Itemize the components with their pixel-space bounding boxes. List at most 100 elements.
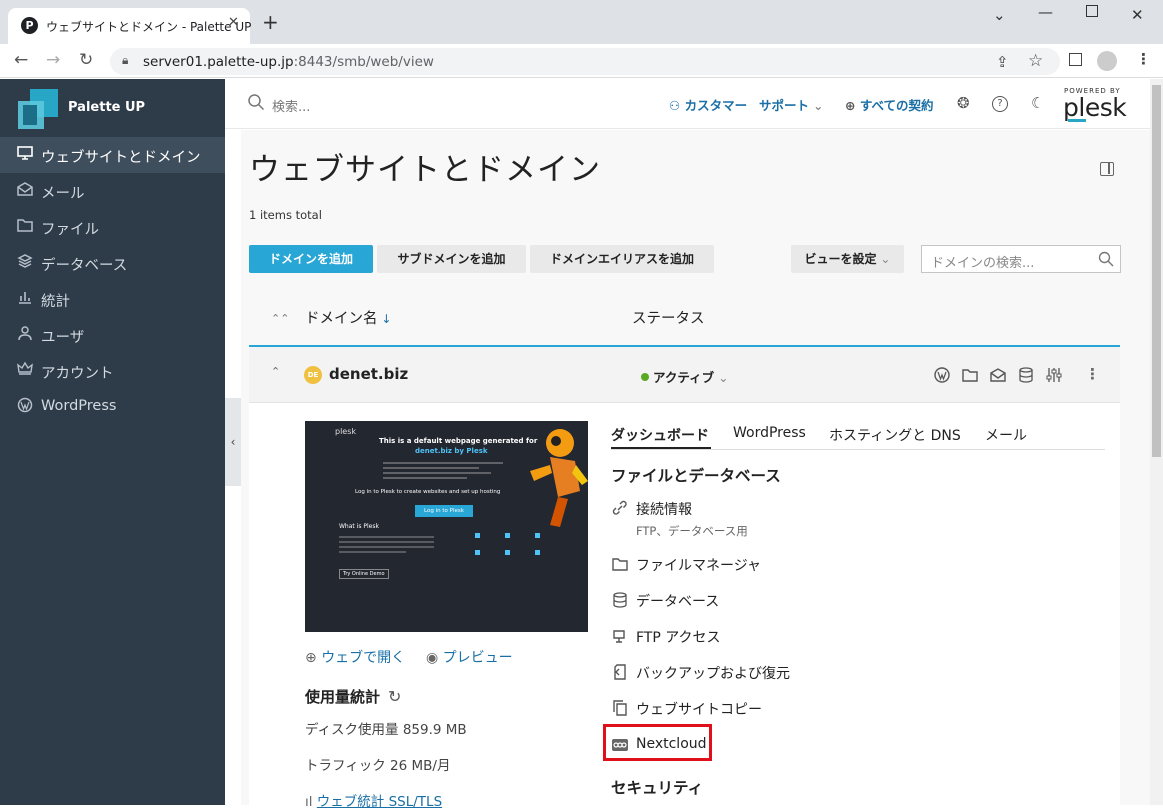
profile-icon[interactable] — [1097, 51, 1117, 71]
subscriptions-link[interactable]: ⊕ すべての契約 — [845, 95, 933, 114]
settings-sliders-icon[interactable] — [1045, 366, 1063, 384]
sidebar-item-wordpress[interactable]: WordPress — [0, 389, 225, 425]
domain-name[interactable]: denet.biz — [329, 365, 408, 383]
user-icon — [16, 325, 34, 345]
customer-menu[interactable]: ⚇ カスタマー — [669, 95, 747, 114]
preview-robot-illustration — [520, 421, 588, 531]
table-header: ⌃⌃ ドメイン名 ↓ ステータス — [249, 300, 1120, 345]
tool-label: ファイルマネージャ — [636, 558, 762, 574]
tab-title: ウェブサイトとドメイン - Palette UP — [46, 20, 252, 34]
support-menu[interactable]: サポート ⌄ — [759, 95, 823, 114]
highlight-box — [603, 724, 712, 761]
minimize-icon[interactable]: — — [1038, 3, 1053, 21]
search-icon[interactable] — [1098, 251, 1114, 267]
sidebar-item-users[interactable]: ユーザ — [0, 317, 225, 353]
brand-logo[interactable] — [18, 89, 58, 129]
tab-mail[interactable]: メール — [985, 425, 1027, 445]
sidebar-item-label: 統計 — [41, 294, 70, 310]
tool-file-manager[interactable]: ファイルマネージャ — [611, 553, 911, 577]
sidebar-item-files[interactable]: ファイル — [0, 209, 225, 245]
preview-what-is: What is Plesk — [339, 523, 379, 530]
add-domain-alias-button[interactable]: ドメインエイリアスを追加 — [530, 245, 714, 273]
sidebar-item-label: メール — [41, 186, 85, 202]
chevron-down-icon[interactable]: ⌄ — [993, 6, 1006, 24]
mail-icon[interactable] — [989, 366, 1007, 384]
chevron-left-icon: ‹ — [230, 435, 236, 449]
tool-connection-info[interactable]: 接続情報 — [611, 497, 911, 521]
sidebar-item-statistics[interactable]: 統計 — [0, 281, 225, 317]
plesk-logo[interactable]: plesk — [1063, 93, 1127, 122]
sidebar-item-label: WordPress — [41, 398, 117, 414]
menu-kebab-icon[interactable]: ⋮ — [1136, 50, 1151, 68]
tool-label: FTP アクセス — [636, 630, 721, 646]
mail-icon — [16, 181, 34, 201]
web-stats-link[interactable]: ıl ウェブ統計 SSL/TLS — [305, 790, 442, 810]
extensions-icon[interactable]: ❂ — [957, 94, 970, 112]
sidebar-item-mail[interactable]: メール — [0, 173, 225, 209]
tab-close-icon[interactable]: ✕ — [228, 15, 239, 30]
lock-icon[interactable]: 🔒︎ — [122, 53, 128, 68]
global-search-input[interactable]: 検索... — [272, 96, 310, 115]
tab-wordpress[interactable]: WordPress — [733, 425, 806, 441]
domain-card-header: ⌃ DE denet.biz アクティブ ⌄ ⋮ — [249, 347, 1120, 403]
address-bar: ← → ↻ 🔒︎ server01.palette-up.jp:8443/smb… — [0, 44, 1163, 78]
search-icon[interactable] — [247, 93, 265, 111]
side-panel-icon[interactable] — [1069, 53, 1082, 66]
close-window-icon[interactable]: ✕ — [1131, 6, 1144, 24]
add-domain-button[interactable]: ドメインを追加 — [249, 245, 373, 273]
wordpress-icon[interactable] — [933, 366, 951, 384]
wordpress-icon — [16, 397, 34, 417]
files-databases-heading: ファイルとデータベース — [611, 467, 781, 485]
chevron-down-icon: ⌄ — [876, 252, 891, 266]
globe-icon: ⊕ — [845, 98, 860, 113]
tool-website-copy[interactable]: ウェブサイトコピー — [611, 697, 911, 721]
add-subdomain-button[interactable]: サブドメインを追加 — [377, 245, 526, 273]
sidebar-item-databases[interactable]: データベース — [0, 245, 225, 281]
url-host: server01.palette-up.jp — [143, 54, 294, 70]
back-icon[interactable]: ← — [14, 50, 28, 70]
share-icon[interactable]: ⇪ — [996, 53, 1009, 71]
bookmark-star-icon[interactable]: ☆ — [1028, 51, 1043, 71]
browser-tab[interactable]: P ウェブサイトとドメイン - Palette UP ✕ — [8, 8, 252, 44]
folder-icon — [612, 558, 628, 571]
chevron-up-icon[interactable]: ⌃ — [271, 365, 280, 378]
url-field[interactable]: 🔒︎ server01.palette-up.jp:8443/smb/web/v… — [110, 48, 1060, 75]
more-kebab-icon[interactable]: ⋮ — [1085, 365, 1103, 383]
tool-backup-restore[interactable]: バックアップおよび復元 — [611, 661, 911, 685]
view-settings-button[interactable]: ビューを設定 ⌄ — [791, 245, 904, 273]
folder-icon[interactable] — [961, 366, 979, 384]
refresh-icon[interactable]: ↻ — [388, 687, 401, 706]
folder-icon — [16, 217, 34, 237]
reload-icon[interactable]: ↻ — [79, 50, 93, 70]
scrollbar[interactable] — [1150, 79, 1163, 805]
tool-databases[interactable]: データベース — [611, 589, 911, 613]
new-tab-icon[interactable]: + — [262, 12, 279, 32]
security-heading: セキュリティ — [611, 779, 704, 797]
maximize-icon[interactable] — [1086, 5, 1098, 17]
domain-card: ⌃ DE denet.biz アクティブ ⌄ ⋮ plesk This is a… — [249, 345, 1120, 810]
forward-icon[interactable]: → — [46, 50, 60, 70]
sidebar-collapse-button[interactable]: ‹ — [225, 398, 241, 486]
website-preview-thumbnail[interactable]: plesk This is a default webpage generate… — [305, 421, 588, 632]
column-domain-name[interactable]: ドメイン名 ↓ — [305, 307, 391, 328]
preview-heading: This is a default webpage generated for — [379, 437, 538, 445]
sidebar-item-account[interactable]: アカウント — [0, 353, 225, 389]
chevron-down-icon: ⌄ — [714, 370, 729, 385]
dark-mode-moon-icon[interactable]: ☾ — [1031, 94, 1044, 112]
tab-dashboard[interactable]: ダッシュボード — [611, 425, 709, 445]
tool-ftp-access[interactable]: FTP アクセス — [611, 625, 911, 649]
domain-search-input[interactable]: ドメインの検索... — [921, 245, 1121, 273]
open-in-web-link[interactable]: ⊕ ウェブで開く — [305, 647, 405, 667]
scrollbar-thumb[interactable] — [1152, 85, 1161, 457]
status-badge[interactable]: アクティブ ⌄ — [641, 367, 729, 386]
sidebar-item-websites[interactable]: ウェブサイトとドメイン — [0, 137, 225, 173]
tab-hosting-dns[interactable]: ホスティングと DNS — [829, 425, 961, 445]
help-icon[interactable]: ? — [992, 96, 1008, 112]
sidebar-item-label: アカウント — [41, 366, 114, 382]
collapse-all-icon[interactable]: ⌃⌃ — [271, 312, 289, 325]
sidebar: Palette UP ウェブサイトとドメイン メール ファイル データベース 統… — [0, 79, 225, 805]
traffic-usage: トラフィック 26 MB/月 — [305, 758, 451, 774]
database-icon[interactable] — [1017, 366, 1035, 384]
help-panel-toggle-icon[interactable] — [1100, 162, 1114, 176]
preview-link[interactable]: ◉ プレビュー — [426, 647, 513, 667]
